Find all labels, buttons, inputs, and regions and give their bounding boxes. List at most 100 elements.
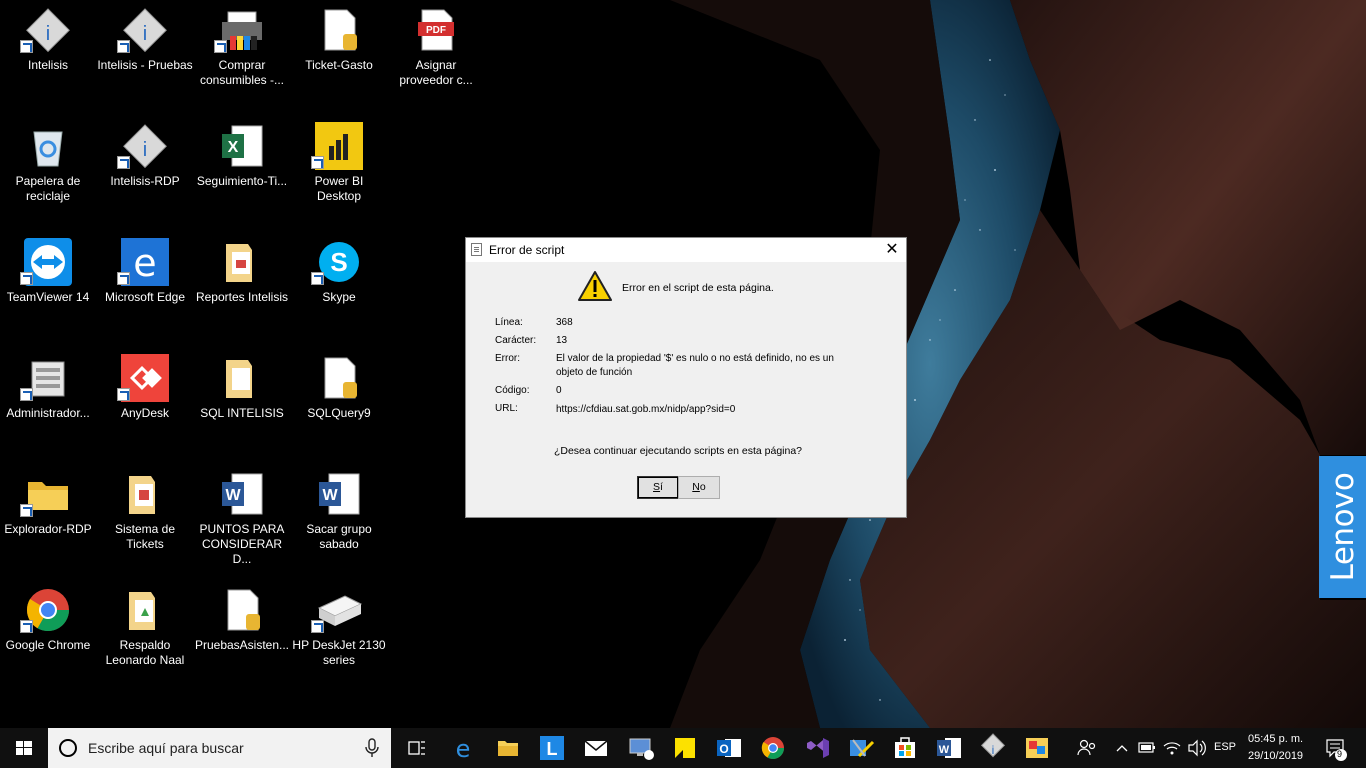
remote-desktop-icon[interactable] <box>625 728 657 768</box>
yes-button[interactable]: Sí <box>637 476 679 499</box>
url-value: https://cfdiau.sat.gob.mx/nidp/app?sid=0 <box>556 404 736 415</box>
desktop-icon-puntos-considerar[interactable]: W PUNTOS PARA CONSIDERAR D... <box>194 464 290 574</box>
desktop-icon-seguimiento[interactable]: X Seguimiento-Ti... <box>194 116 290 226</box>
desktop-icon-recycle-bin[interactable]: Papelera de reciclaje <box>0 116 96 226</box>
character-label: Carácter: <box>495 335 537 346</box>
desktop-icon-power-bi[interactable]: Power BI Desktop <box>291 116 387 226</box>
desktop-icon-pruebas-asistencia[interactable]: PruebasAsisten... <box>194 580 290 690</box>
script-error-dialog: Error de script ✕ Error en el script de … <box>465 237 907 518</box>
outlook-icon[interactable]: O <box>713 728 745 768</box>
svg-text:X: X <box>228 139 239 156</box>
notification-count: 9 <box>1337 749 1343 759</box>
language-indicator[interactable]: ESP <box>1214 741 1236 753</box>
word-icon: W <box>218 470 266 518</box>
continue-question: ¿Desea continuar ejecutando scripts en e… <box>553 445 803 457</box>
shortcut-arrow-icon <box>117 388 130 401</box>
shortcut-arrow-icon <box>117 40 130 53</box>
desktop-icon-anydesk[interactable]: AnyDesk <box>97 348 193 458</box>
visual-studio-icon[interactable] <box>801 728 833 768</box>
dialog-titlebar[interactable]: Error de script ✕ <box>466 238 906 262</box>
recycle-bin-icon <box>24 122 72 170</box>
desktop-icon-explorador-rdp[interactable]: Explorador-RDP <box>0 464 96 574</box>
no-button[interactable]: No <box>678 476 720 499</box>
desktop-icon-sqlquery9[interactable]: SQLQuery9 <box>291 348 387 458</box>
search-box[interactable]: Escribe aquí para buscar <box>48 728 391 768</box>
document-icon <box>315 354 363 402</box>
folder-icon <box>121 470 169 518</box>
desktop-icon-asignar-proveedor[interactable]: PDF Asignar proveedor c... <box>388 0 484 110</box>
svg-text:i: i <box>992 743 995 757</box>
desktop-icon-administrador[interactable]: Administrador... <box>0 348 96 458</box>
svg-text:e: e <box>456 735 471 763</box>
word-icon: W <box>315 470 363 518</box>
desktop-icon-hp-deskjet[interactable]: HP DeskJet 2130 series <box>291 580 387 690</box>
microphone-icon[interactable] <box>364 738 380 758</box>
intelisis-taskbar-icon[interactable]: i <box>977 728 1009 768</box>
desktop-icon-sistema-tickets[interactable]: Sistema de Tickets <box>97 464 193 574</box>
chrome-taskbar-icon[interactable] <box>757 728 789 768</box>
document-icon <box>471 243 482 256</box>
desktop-icon-teamviewer[interactable]: TeamViewer 14 <box>0 232 96 342</box>
word-taskbar-icon[interactable]: W <box>933 728 965 768</box>
svg-text:i: i <box>143 139 147 161</box>
desktop-icon-sacar-grupo[interactable]: W Sacar grupo sabado <box>291 464 387 574</box>
wifi-icon[interactable] <box>1161 728 1183 768</box>
folder-icon <box>121 586 169 634</box>
shortcut-arrow-icon <box>20 620 33 633</box>
search-placeholder: Escribe aquí para buscar <box>88 740 244 756</box>
clock-date[interactable]: 29/10/2019 <box>1248 750 1303 762</box>
cortana-icon <box>59 739 77 757</box>
people-icon[interactable] <box>1074 728 1100 768</box>
line-value: 368 <box>556 317 573 328</box>
svg-text:e: e <box>133 241 156 285</box>
shortcut-arrow-icon <box>20 388 33 401</box>
excel-icon: X <box>218 122 266 170</box>
code-label: Código: <box>495 385 530 396</box>
svg-text:PDF: PDF <box>426 25 446 36</box>
battery-icon[interactable] <box>1136 728 1158 768</box>
shortcut-arrow-icon <box>311 620 324 633</box>
notifications-button[interactable]: 9 <box>1322 728 1352 768</box>
svg-text:W: W <box>939 744 950 756</box>
l-app-icon[interactable]: L <box>536 728 568 768</box>
store-icon[interactable] <box>889 728 921 768</box>
start-button[interactable] <box>0 728 48 768</box>
error-message: Error en el script de esta página. <box>622 282 774 294</box>
edge-taskbar-icon[interactable]: e <box>447 728 479 768</box>
svg-text:L: L <box>547 739 558 759</box>
tools-icon[interactable] <box>845 728 877 768</box>
sticky-notes-icon[interactable] <box>669 728 701 768</box>
desktop-icon-microsoft-edge[interactable]: e Microsoft Edge <box>97 232 193 342</box>
character-value: 13 <box>556 335 568 346</box>
clock-time[interactable]: 05:45 p. m. <box>1248 733 1303 745</box>
desktop-icon-google-chrome[interactable]: Google Chrome <box>0 580 96 690</box>
folder-icon <box>218 354 266 402</box>
svg-text:i: i <box>143 23 147 45</box>
chevron-up-icon[interactable] <box>1112 728 1132 768</box>
desktop-icon-respaldo[interactable]: Respaldo Leonardo Naal <box>97 580 193 690</box>
volume-icon[interactable] <box>1185 728 1207 768</box>
file-explorer-icon[interactable] <box>492 728 524 768</box>
desktop-icon-reportes-intelisis[interactable]: Reportes Intelisis <box>194 232 290 342</box>
warning-icon <box>578 270 612 302</box>
task-view-icon[interactable] <box>400 728 432 768</box>
desktop-icon-intelisis[interactable]: i Intelisis <box>0 0 96 110</box>
mail-icon[interactable] <box>580 728 612 768</box>
desktop-icon-comprar-consumibles[interactable]: Comprar consumibles -... <box>194 0 290 110</box>
shortcut-arrow-icon <box>214 40 227 53</box>
svg-text:i: i <box>46 23 50 45</box>
desktop-icon-ticket-gasto[interactable]: Ticket-Gasto <box>291 0 387 110</box>
close-button[interactable]: ✕ <box>878 238 906 262</box>
notification-icon <box>1326 739 1347 761</box>
paint-app-icon[interactable] <box>1021 728 1053 768</box>
shortcut-arrow-icon <box>20 272 33 285</box>
taskbar: Escribe aquí para buscar e L O W i ESP 0… <box>0 728 1366 768</box>
lenovo-brand-text: Lenovo <box>1324 472 1361 582</box>
line-label: Línea: <box>495 317 523 328</box>
desktop-icon-intelisis-rdp[interactable]: i Intelisis-RDP <box>97 116 193 226</box>
svg-text:W: W <box>225 487 241 504</box>
desktop-icon-sql-intelisis[interactable]: SQL INTELISIS <box>194 348 290 458</box>
desktop-icon-skype[interactable]: S Skype <box>291 232 387 342</box>
desktop-icon-intelisis-pruebas[interactable]: i Intelisis - Pruebas <box>97 0 193 110</box>
shortcut-arrow-icon <box>311 272 324 285</box>
